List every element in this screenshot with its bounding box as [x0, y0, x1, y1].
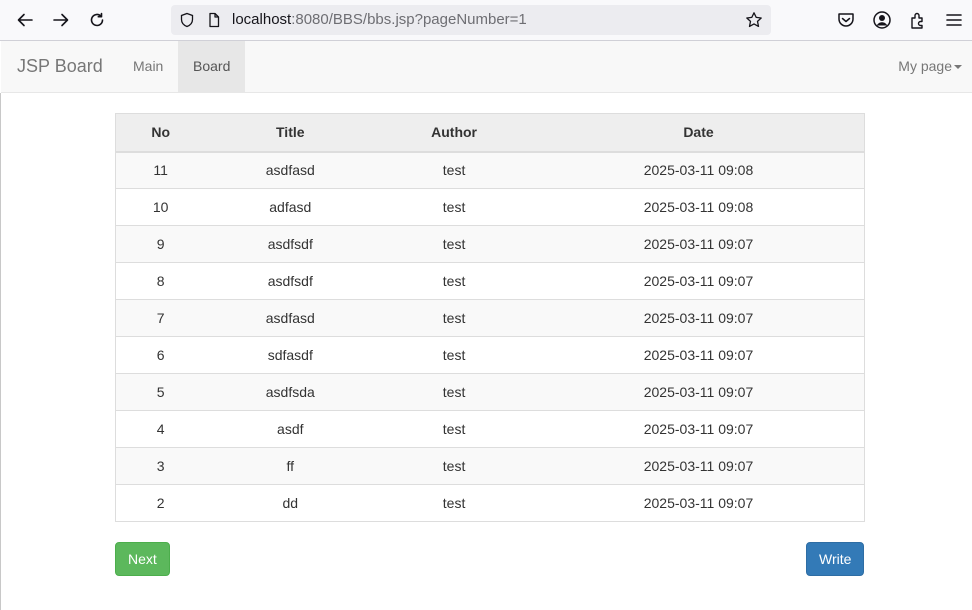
window-edge: [0, 93, 1, 610]
next-button[interactable]: Next: [115, 542, 170, 576]
cell-date: 2025-03-11 09:07: [532, 336, 865, 374]
cell-title-link[interactable]: adfasd: [205, 188, 376, 226]
header-title: Title: [205, 113, 376, 153]
cell-no: 4: [115, 410, 206, 448]
url-host: localhost: [232, 11, 292, 28]
shield-icon[interactable]: [179, 12, 195, 28]
cell-date: 2025-03-11 09:07: [532, 225, 865, 263]
cell-title-link[interactable]: dd: [205, 484, 376, 522]
table-row: 7 asdfasd test 2025-03-11 09:07: [115, 299, 865, 337]
write-button[interactable]: Write: [806, 542, 865, 576]
table-row: 5 asdfsda test 2025-03-11 09:07: [115, 373, 865, 411]
table-row: 3 ff test 2025-03-11 09:07: [115, 447, 865, 485]
table-row: 8 asdfsdf test 2025-03-11 09:07: [115, 262, 865, 300]
cell-date: 2025-03-11 09:07: [532, 484, 865, 522]
table-row: 4 asdf test 2025-03-11 09:07: [115, 410, 865, 448]
menu-icon[interactable]: [944, 10, 964, 30]
table-row: 10 adfasd test 2025-03-11 09:08: [115, 188, 865, 226]
nav-item-board[interactable]: Board: [178, 41, 246, 92]
caret-down-icon: [954, 65, 962, 70]
cell-date: 2025-03-11 09:08: [532, 151, 865, 189]
my-page-label: My page: [898, 58, 952, 74]
cell-no: 2: [115, 484, 206, 522]
cell-no: 9: [115, 225, 206, 263]
cell-title-link[interactable]: asdfasd: [205, 299, 376, 337]
cell-no: 3: [115, 447, 206, 485]
my-page-dropdown[interactable]: My page: [898, 41, 962, 92]
cell-date: 2025-03-11 09:07: [532, 447, 865, 485]
cell-date: 2025-03-11 09:07: [532, 262, 865, 300]
url-path: :8080/BBS/bbs.jsp?pageNumber=1: [291, 11, 527, 28]
cell-no: 8: [115, 262, 206, 300]
extensions-icon[interactable]: [908, 10, 928, 30]
browser-toolbar: localhost:8080/BBS/bbs.jsp?pageNumber=1: [0, 0, 972, 41]
cell-date: 2025-03-11 09:07: [532, 299, 865, 337]
cell-date: 2025-03-11 09:08: [532, 188, 865, 226]
table-row: 11 asdfasd test 2025-03-11 09:08: [115, 151, 865, 189]
table-row: 9 asdfsdf test 2025-03-11 09:07: [115, 225, 865, 263]
cell-title-link[interactable]: asdfsdf: [205, 262, 376, 300]
cell-no: 11: [115, 151, 206, 189]
cell-date: 2025-03-11 09:07: [532, 373, 865, 411]
cell-author: test: [375, 299, 533, 337]
cell-no: 10: [115, 188, 206, 226]
cell-title-link[interactable]: asdfsdf: [205, 225, 376, 263]
cell-no: 6: [115, 336, 206, 374]
cell-author: test: [375, 336, 533, 374]
cell-no: 5: [115, 373, 206, 411]
cell-author: test: [375, 188, 533, 226]
forward-arrow-icon[interactable]: [49, 8, 73, 32]
cell-author: test: [375, 484, 533, 522]
header-date: Date: [532, 113, 865, 153]
pocket-icon[interactable]: [836, 10, 856, 30]
page-info-icon[interactable]: [206, 12, 222, 28]
cell-author: test: [375, 225, 533, 263]
cell-author: test: [375, 447, 533, 485]
board-table: No Title Author Date 11 asdfasd test 2025-0…: [115, 113, 865, 522]
back-arrow-icon[interactable]: [13, 8, 37, 32]
cell-author: test: [375, 262, 533, 300]
cell-author: test: [375, 151, 533, 189]
cell-title-link[interactable]: asdf: [205, 410, 376, 448]
table-row: 2 dd test 2025-03-11 09:07: [115, 484, 865, 522]
table-row: 6 sdfasdf test 2025-03-11 09:07: [115, 336, 865, 374]
address-bar[interactable]: localhost:8080/BBS/bbs.jsp?pageNumber=1: [171, 5, 771, 35]
cell-date: 2025-03-11 09:07: [532, 410, 865, 448]
cell-title-link[interactable]: ff: [205, 447, 376, 485]
header-no: No: [115, 113, 206, 153]
cell-no: 7: [115, 299, 206, 337]
cell-author: test: [375, 410, 533, 448]
url-text[interactable]: localhost:8080/BBS/bbs.jsp?pageNumber=1: [232, 12, 527, 28]
cell-title-link[interactable]: asdfasd: [205, 151, 376, 189]
header-author: Author: [375, 113, 533, 153]
nav-item-main[interactable]: Main: [118, 41, 178, 92]
table-header-row: No Title Author Date: [115, 113, 865, 153]
brand-title[interactable]: JSP Board: [17, 56, 103, 77]
reload-icon[interactable]: [85, 8, 109, 32]
cell-title-link[interactable]: sdfasdf: [205, 336, 376, 374]
bookmark-star-icon[interactable]: [745, 11, 763, 29]
cell-title-link[interactable]: asdfsda: [205, 373, 376, 411]
account-icon[interactable]: [872, 10, 892, 30]
app-navbar: JSP Board Main Board My page: [1, 41, 972, 93]
cell-author: test: [375, 373, 533, 411]
